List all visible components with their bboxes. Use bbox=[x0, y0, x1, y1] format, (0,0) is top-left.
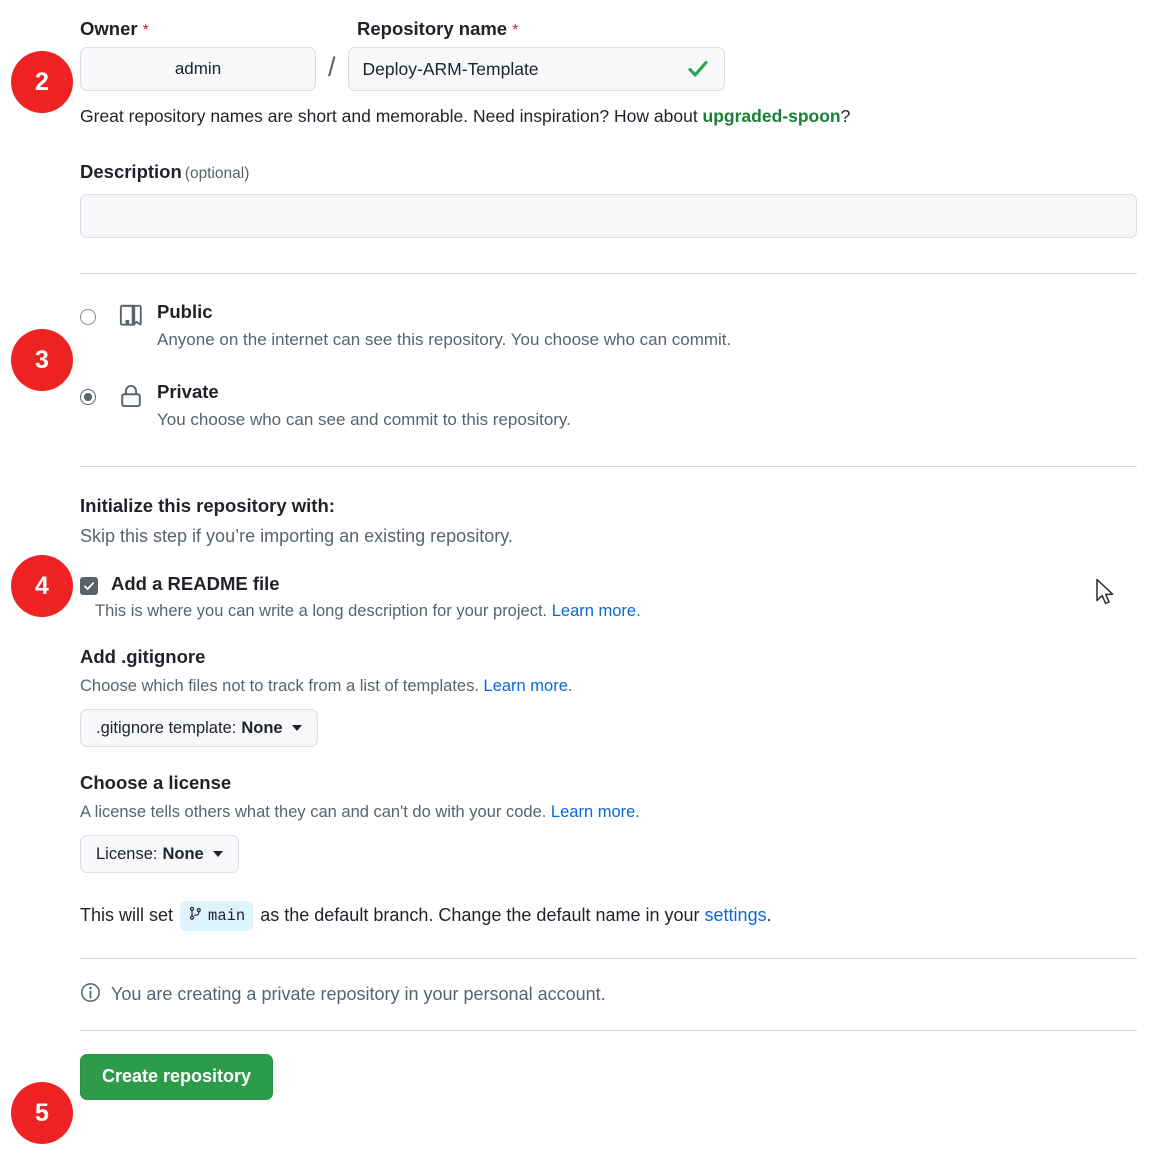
gitignore-heading: Add .gitignore bbox=[80, 646, 206, 668]
license-description-text: A license tells others what they can and… bbox=[80, 803, 551, 822]
public-description: Anyone on the internet can see this repo… bbox=[157, 329, 732, 349]
branch-settings-link[interactable]: settings bbox=[705, 904, 767, 927]
license-learn-more-link[interactable]: Learn more. bbox=[551, 803, 640, 821]
repository-name-value: Deploy-ARM-Template bbox=[362, 58, 539, 79]
gitignore-description: Choose which files not to track from a l… bbox=[80, 677, 1137, 696]
chevron-down-icon bbox=[212, 851, 223, 858]
name-fields-label-row: Owner * Repository name * bbox=[80, 0, 1137, 40]
repository-name-help-prefix: Great repository names are short and mem… bbox=[80, 106, 703, 127]
license-dropdown-value: None bbox=[162, 844, 204, 863]
repository-name-label: Repository name bbox=[357, 18, 508, 39]
owner-value: admin bbox=[174, 59, 222, 79]
owner-repo-separator: / bbox=[328, 52, 336, 83]
public-title: Public bbox=[157, 300, 213, 322]
divider-above-info-note bbox=[80, 957, 1137, 959]
gitignore-template-dropdown[interactable]: .gitignore template: None bbox=[80, 709, 318, 748]
private-radio[interactable] bbox=[80, 389, 96, 406]
repository-name-label-group: Repository name * bbox=[357, 18, 518, 40]
readme-label: Add a README file bbox=[111, 573, 280, 595]
gitignore-dropdown-value: None bbox=[241, 718, 283, 737]
create-repository-form-page: 2 3 4 5 Owner * Repository name * admin / … bbox=[0, 0, 1152, 1173]
lock-icon bbox=[117, 383, 145, 409]
divider-above-visibility bbox=[80, 272, 1137, 274]
visibility-option-public[interactable]: Public Anyone on the internet can see th… bbox=[80, 300, 1137, 351]
owner-required-asterisk: * bbox=[142, 22, 149, 39]
license-dropdown-prefix: License: bbox=[96, 844, 158, 863]
annotation-badge-5: 5 bbox=[11, 1082, 73, 1144]
private-option-texts: Private You choose who can see and commi… bbox=[157, 380, 571, 431]
annotation-badge-2: 2 bbox=[11, 51, 73, 113]
license-heading: Choose a license bbox=[80, 772, 232, 794]
annotation-badge-5-number: 5 bbox=[35, 1098, 49, 1127]
initialize-section: Initialize this repository with: Skip th… bbox=[80, 495, 1137, 931]
readme-option-row[interactable]: Add a README file bbox=[80, 573, 1137, 596]
visibility-options: Public Anyone on the internet can see th… bbox=[80, 300, 1137, 431]
gitignore-learn-more-link[interactable]: Learn more. bbox=[484, 677, 573, 695]
name-fields-row: admin / Deploy-ARM-Template bbox=[80, 47, 1137, 92]
readme-description-text: This is where you can write a long descr… bbox=[95, 602, 552, 621]
repository-name-help-suffix: ? bbox=[840, 106, 851, 127]
repository-name-help-text: Great repository names are short and mem… bbox=[80, 105, 1137, 129]
readme-checkbox[interactable] bbox=[80, 577, 98, 596]
arrow-cursor-icon bbox=[1095, 578, 1117, 613]
annotation-badge-4: 4 bbox=[11, 555, 73, 617]
suggested-name-link[interactable]: upgraded-spoon bbox=[703, 106, 841, 126]
owner-select[interactable]: admin bbox=[80, 47, 316, 92]
submit-row: Create repository bbox=[80, 1031, 1137, 1100]
annotation-badge-3: 3 bbox=[11, 329, 73, 391]
license-section: Choose a license A license tells others … bbox=[80, 772, 1137, 874]
annotation-badge-2-number: 2 bbox=[35, 67, 49, 96]
default-branch-note: This will set main as the default branch… bbox=[80, 901, 1137, 931]
public-option-texts: Public Anyone on the internet can see th… bbox=[157, 300, 731, 351]
visibility-option-private[interactable]: Private You choose who can see and commi… bbox=[80, 380, 1137, 431]
private-description: You choose who can see and commit to thi… bbox=[157, 410, 571, 430]
git-branch-icon bbox=[188, 904, 203, 927]
default-branch-name: main bbox=[208, 906, 246, 925]
book-icon bbox=[117, 303, 145, 329]
owner-label: Owner bbox=[80, 18, 138, 39]
info-icon bbox=[80, 982, 101, 1008]
license-dropdown[interactable]: License: None bbox=[80, 835, 239, 874]
default-branch-badge: main bbox=[180, 901, 254, 931]
default-branch-prefix: This will set bbox=[80, 905, 174, 926]
readme-description: This is where you can write a long descr… bbox=[95, 602, 1137, 621]
owner-label-group: Owner * bbox=[80, 18, 357, 40]
repository-name-required-asterisk: * bbox=[512, 22, 519, 39]
gitignore-section: Add .gitignore Choose which files not to… bbox=[80, 646, 1137, 748]
gitignore-description-text: Choose which files not to track from a l… bbox=[80, 677, 484, 696]
initialize-heading: Initialize this repository with: bbox=[80, 495, 335, 517]
license-description: A license tells others what they can and… bbox=[80, 803, 1137, 822]
private-repo-info-text: You are creating a private repository in… bbox=[111, 984, 606, 1005]
readme-texts: Add a README file bbox=[111, 573, 280, 595]
description-input[interactable] bbox=[80, 193, 1137, 238]
repository-name-input[interactable]: Deploy-ARM-Template bbox=[347, 47, 725, 92]
readme-learn-more-link[interactable]: Learn more. bbox=[552, 602, 641, 620]
form-content: Owner * Repository name * admin / Deploy-A… bbox=[80, 0, 1137, 1100]
private-title: Private bbox=[157, 381, 219, 403]
gitignore-dropdown-prefix: .gitignore template: bbox=[96, 718, 237, 737]
description-label: Description bbox=[80, 160, 182, 182]
divider-above-initialize bbox=[80, 466, 1137, 468]
annotation-badge-4-number: 4 bbox=[35, 571, 49, 600]
description-label-group: Description (optional) bbox=[80, 161, 1137, 183]
check-icon bbox=[686, 57, 710, 81]
public-radio[interactable] bbox=[80, 308, 96, 325]
private-repo-info-note: You are creating a private repository in… bbox=[80, 982, 1137, 1008]
annotation-badge-3-number: 3 bbox=[35, 345, 49, 374]
default-branch-middle: as the default branch. Change the defaul… bbox=[260, 905, 700, 926]
create-repository-button[interactable]: Create repository bbox=[80, 1053, 274, 1100]
initialize-subtitle: Skip this step if you’re importing an ex… bbox=[80, 526, 513, 547]
default-branch-suffix: . bbox=[766, 905, 772, 926]
description-optional-note: (optional) bbox=[184, 164, 250, 182]
chevron-down-icon bbox=[291, 725, 302, 732]
